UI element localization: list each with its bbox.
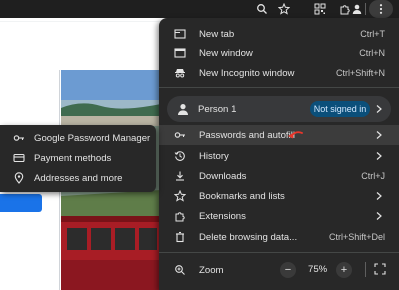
menu-divider [159,87,399,88]
submenu-item-label: Google Password Manager [34,133,151,144]
profile-name: Person 1 [198,104,237,115]
menu-divider [159,252,399,253]
chevron-right-icon [375,211,383,221]
new-tab-icon [174,28,186,40]
download-icon [174,170,186,182]
menu-item-label: Passwords and autofill [199,130,295,141]
toolbar-separator [365,3,366,15]
menu-item-history[interactable]: History [159,146,399,166]
credit-card-icon [13,152,25,164]
menu-item-label: New Incognito window [199,68,295,79]
menu-item-passwords-and-autofill[interactable]: Passwords and autofill [159,125,399,145]
chevron-right-icon [375,191,383,201]
zoom-label: Zoom [199,265,224,276]
browser-toolbar [0,0,399,18]
profile-icon[interactable] [349,1,365,17]
star-icon[interactable] [276,1,292,17]
menu-item-shortcut: Ctrl+Shift+Del [328,232,385,242]
menu-item-label: History [199,151,229,162]
profile-row[interactable]: Person 1 Not signed in [167,96,391,122]
menu-item-delete-browsing-data[interactable]: Delete browsing data... Ctrl+Shift+Del [159,227,399,247]
menu-item-new-tab[interactable]: New tab Ctrl+T [159,24,399,44]
menu-item-new-incognito-window[interactable]: New Incognito window Ctrl+Shift+N [159,63,399,83]
incognito-icon [174,67,186,79]
menu-item-label: Extensions [199,211,246,222]
history-icon [174,150,186,162]
puzzle-icon [174,210,186,222]
key-icon [13,132,25,144]
kebab-menu-icon[interactable] [373,1,389,17]
qr-code-icon[interactable] [312,1,328,17]
menu-item-label: Bookmarks and lists [199,191,285,202]
chevron-right-icon [375,130,383,140]
zoom-icon [174,264,186,276]
search-icon[interactable] [254,1,270,17]
page-blue-button[interactable] [0,194,42,212]
menu-item-shortcut: Ctrl+T [360,29,385,39]
zoom-divider [365,262,366,277]
menu-item-new-window[interactable]: New window Ctrl+N [159,43,399,63]
zoom-value: 75% [308,264,328,275]
menu-item-shortcut: Ctrl+J [361,171,385,181]
menu-item-zoom: Zoom − 75% + [159,259,399,281]
submenu-item-payment-methods[interactable]: Payment methods [0,148,156,168]
trash-icon [174,231,186,243]
fullscreen-icon[interactable] [374,263,386,275]
person-icon [176,102,190,116]
chevron-right-icon [375,151,383,161]
menu-item-label: Delete browsing data... [199,232,298,243]
submenu-item-addresses-and-more[interactable]: Addresses and more [0,168,156,188]
location-pin-icon [13,172,25,184]
annotation-arrow-icon [288,131,303,139]
key-icon [174,129,186,141]
zoom-out-button[interactable]: − [280,262,296,278]
menu-item-bookmarks-and-lists[interactable]: Bookmarks and lists [159,186,399,206]
menu-item-downloads[interactable]: Downloads Ctrl+J [159,166,399,186]
menu-item-shortcut: Ctrl+Shift+N [335,68,385,78]
new-window-icon [174,47,186,59]
menu-item-label: Downloads [199,171,247,182]
sign-in-status-badge[interactable]: Not signed in [310,101,370,117]
menu-item-extensions[interactable]: Extensions [159,206,399,226]
submenu-item-google-password-manager[interactable]: Google Password Manager [0,128,156,148]
passwords-autofill-submenu: Google Password Manager Payment methods … [0,125,156,192]
submenu-item-label: Payment methods [34,153,112,164]
menu-item-label: New window [199,48,253,59]
submenu-item-label: Addresses and more [34,173,123,184]
zoom-in-button[interactable]: + [336,262,352,278]
chevron-right-icon [375,104,383,114]
chrome-main-menu: New tab Ctrl+T New window Ctrl+N New Inc… [159,18,399,290]
menu-item-label: New tab [199,29,235,40]
bookmark-star-icon [174,190,186,202]
menu-item-shortcut: Ctrl+N [359,48,385,58]
